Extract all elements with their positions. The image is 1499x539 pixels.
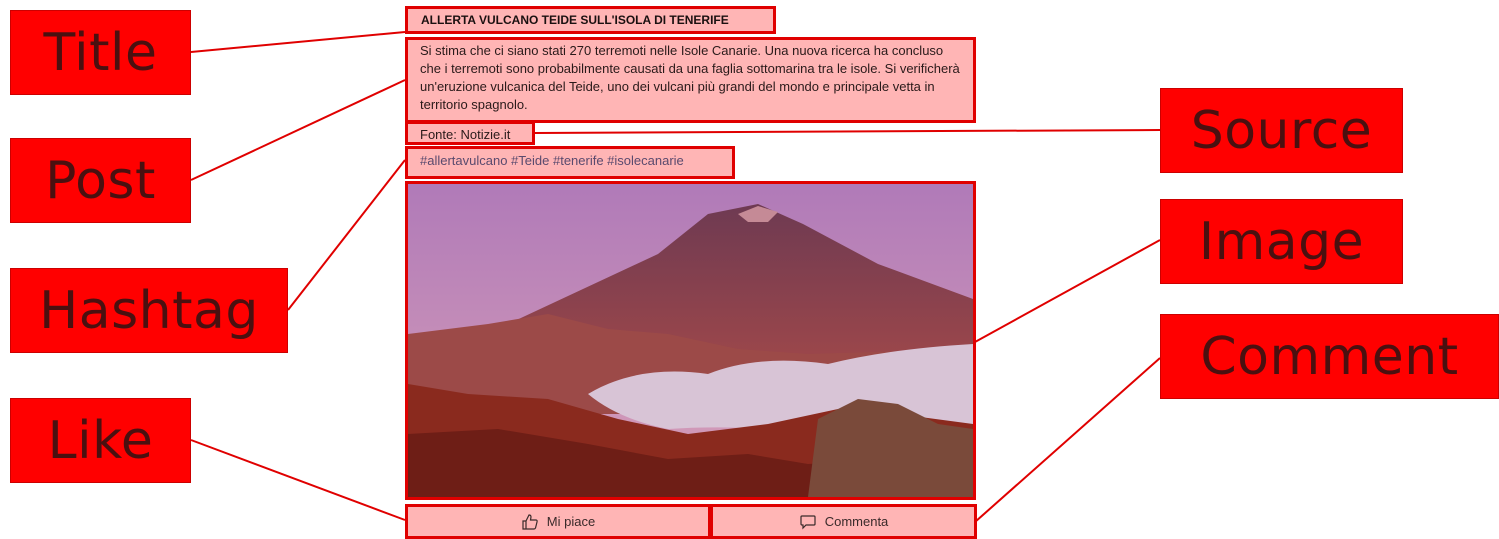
source-connector [534, 129, 1161, 134]
post-title: ALLERTA VULCANO TEIDE SULL'ISOLA DI TENE… [405, 6, 776, 34]
callout-post: Post [10, 138, 191, 223]
callout-comment: Comment [1160, 314, 1499, 399]
callout-source: Source [1160, 88, 1403, 173]
comment-label: Commenta [824, 514, 889, 529]
post-image[interactable] [405, 181, 976, 500]
image-connector [974, 239, 1161, 343]
callout-title: Title [10, 10, 191, 95]
volcano-photo-icon [408, 184, 973, 497]
post-body: Si stima che ci siano stati 270 terremot… [405, 37, 976, 123]
post-source[interactable]: Fonte: Notizie.it [405, 121, 535, 145]
post-hashtags[interactable]: #allertavulcano #Teide #tenerife #isolec… [405, 146, 735, 179]
hashtag-connector [287, 159, 406, 311]
comment-button[interactable]: Commenta [710, 504, 977, 539]
thumbs-up-icon [522, 513, 538, 530]
like-label: Mi piace [546, 514, 596, 529]
callout-image: Image [1160, 199, 1403, 284]
post-connector [190, 79, 406, 181]
callout-like: Like [10, 398, 191, 483]
like-connector [190, 439, 406, 521]
title-connector [190, 31, 406, 53]
callout-hashtag: Hashtag [10, 268, 288, 353]
like-button[interactable]: Mi piace [405, 504, 711, 539]
speech-bubble-icon [800, 514, 816, 529]
comment-connector [974, 357, 1161, 523]
